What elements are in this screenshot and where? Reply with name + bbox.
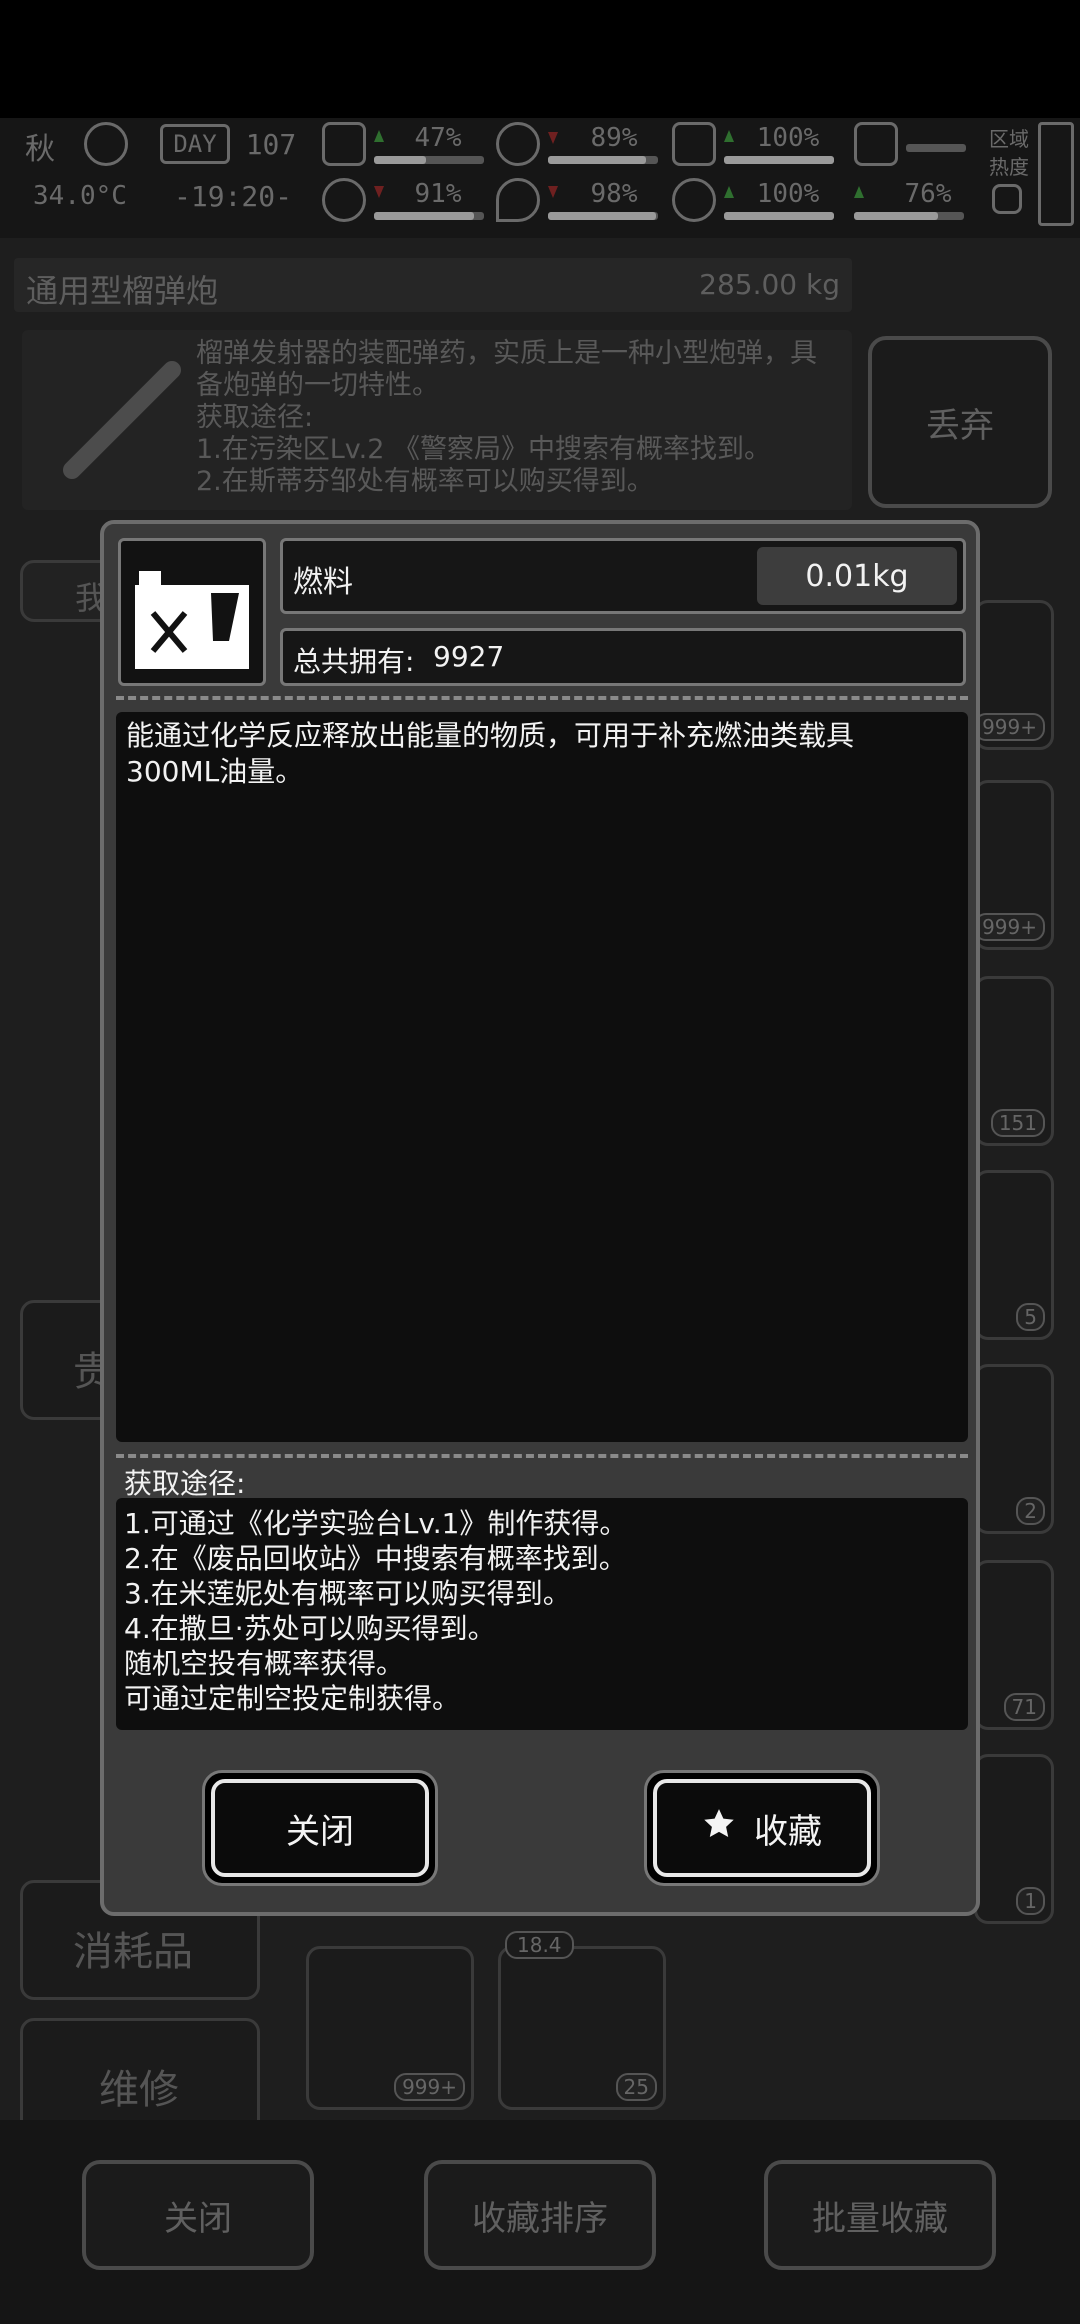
discard-button[interactable]: 丢弃 [868, 336, 1052, 508]
acquire-label: 获取途径: [124, 1467, 246, 1500]
acquire-method: 可通过定制空投定制获得。 [124, 1682, 461, 1715]
zone-heat-label-2: 热度 [989, 156, 1029, 179]
item-name: 燃料 [293, 565, 353, 600]
trend-down-icon [374, 186, 384, 198]
temperature-value: 34.0°C [33, 181, 127, 211]
hunger-bar [548, 156, 658, 164]
inventory-slot[interactable]: 71 [974, 1560, 1054, 1730]
close-button-label: 关闭 [211, 1779, 429, 1877]
acquire-methods-area: 1.可通过《化学实验台Lv.1》制作获得。 2.在《废品回收站》中搜索有概率找到… [116, 1498, 968, 1730]
health-bar [374, 156, 484, 164]
stamina-value: 76% [904, 179, 952, 209]
thirst-bar [548, 212, 658, 220]
item-icon-box [118, 538, 266, 686]
trend-up-icon [724, 130, 734, 142]
medkit-icon [322, 122, 366, 166]
stamina-bar [854, 212, 964, 220]
boot-icon [854, 122, 898, 166]
heart-icon [672, 178, 716, 222]
acquire-method: 1.可通过《化学实验台Lv.1》制作获得。 [124, 1507, 628, 1540]
acquire-method: 4.在撒旦·苏处可以购买得到。 [124, 1612, 496, 1645]
inventory-slot[interactable]: 5 [974, 1170, 1054, 1340]
survival-status-bar: 秋 34.0°C DAY 107 -19:20- 47% 89% 100% 区域… [0, 118, 1080, 238]
item-name-box: 燃料 0.01kg [280, 538, 966, 614]
selected-item-name: 通用型榴弹炮 [26, 272, 219, 310]
trend-up-icon [374, 130, 384, 142]
sun-icon [84, 122, 128, 166]
inventory-slot[interactable]: 999+ [974, 780, 1054, 950]
grenade-launcher-icon [63, 361, 181, 479]
inventory-slot[interactable]: 2 [974, 1364, 1054, 1534]
trend-up-icon [854, 186, 864, 198]
health-value: 47% [414, 123, 462, 153]
clock-time: -19:20- [173, 179, 292, 213]
boot-bar [906, 144, 966, 152]
stomach-icon [496, 122, 540, 166]
acquire-method: 2.在《废品回收站》中搜索有概率找到。 [124, 1542, 627, 1575]
total-owned-box: 总共拥有: 9927 [280, 628, 966, 686]
star-icon [702, 1807, 736, 1850]
item-description: 能通过化学反应释放出能量的物质，可用于补充燃油类载具 300ML油量。 [126, 719, 855, 788]
bottom-toolbar: 关闭 收藏排序 批量收藏 [0, 2120, 1080, 2324]
trend-up-icon [724, 186, 734, 198]
thirst-value: 98% [590, 179, 638, 209]
mask-icon [672, 122, 716, 166]
favorite-button[interactable]: 收藏 [644, 1770, 880, 1886]
divider [116, 1454, 968, 1458]
inventory-slot[interactable]: 1 [974, 1754, 1054, 1924]
total-owned-label: 总共拥有: [293, 645, 415, 678]
selected-item-description: 榴弹发射器的装配弹药，实质上是一种小型炮弹，具备炮弹的一切特性。 获取途径: 1… [196, 338, 817, 497]
water-drop-icon [496, 178, 540, 222]
batch-favorite-button[interactable]: 批量收藏 [764, 2160, 996, 2270]
menu-panel-icon[interactable] [1038, 122, 1074, 226]
mood-value: 100% [756, 179, 820, 209]
trend-down-icon [548, 186, 558, 198]
sanity-value: 91% [414, 179, 462, 209]
inventory-slot-fuel[interactable]: 999+ [306, 1946, 474, 2110]
system-status-area [0, 0, 1080, 118]
divider [116, 696, 968, 700]
acquire-method: 3.在米莲妮处有概率可以购买得到。 [124, 1577, 571, 1610]
total-owned-value: 9927 [433, 640, 505, 673]
zone-heat-label-1: 区域 [989, 128, 1029, 151]
sanity-bar [374, 212, 484, 220]
mask-value: 100% [756, 123, 820, 153]
bottom-close-button[interactable]: 关闭 [82, 2160, 314, 2270]
item-description-area: 能通过化学反应释放出能量的物质，可用于补充燃油类载具 300ML油量。 [116, 712, 968, 1442]
close-button[interactable]: 关闭 [202, 1770, 438, 1886]
season-label: 秋 [25, 133, 55, 166]
inventory-slot[interactable]: 999+ [974, 600, 1054, 750]
mood-bar [724, 212, 834, 220]
selected-item-header: 通用型榴弹炮 285.00 kg [14, 258, 852, 312]
brain-icon [322, 178, 366, 222]
inventory-slot[interactable]: 151 [974, 976, 1054, 1146]
item-detail-dialog: 燃料 0.01kg 总共拥有: 9927 能通过化学反应释放出能量的物质，可用于… [100, 520, 980, 1916]
hunger-value: 89% [590, 123, 638, 153]
mask-bar [724, 156, 834, 164]
fuel-can-icon [135, 571, 249, 669]
trend-down-icon [548, 132, 558, 144]
selected-item-weight: 285.00 kg [699, 268, 840, 301]
favorite-button-label: 收藏 [754, 1811, 822, 1852]
sort-favorites-button[interactable]: 收藏排序 [424, 2160, 656, 2270]
inventory-slot-grenade[interactable]: 18.4 25 [498, 1931, 666, 2110]
day-label: DAY [160, 124, 230, 164]
day-number: 107 [245, 127, 297, 161]
acquire-method: 随机空投有概率获得。 [124, 1647, 405, 1680]
item-weight: 0.01kg [757, 547, 957, 605]
speaker-icon[interactable] [992, 184, 1022, 214]
